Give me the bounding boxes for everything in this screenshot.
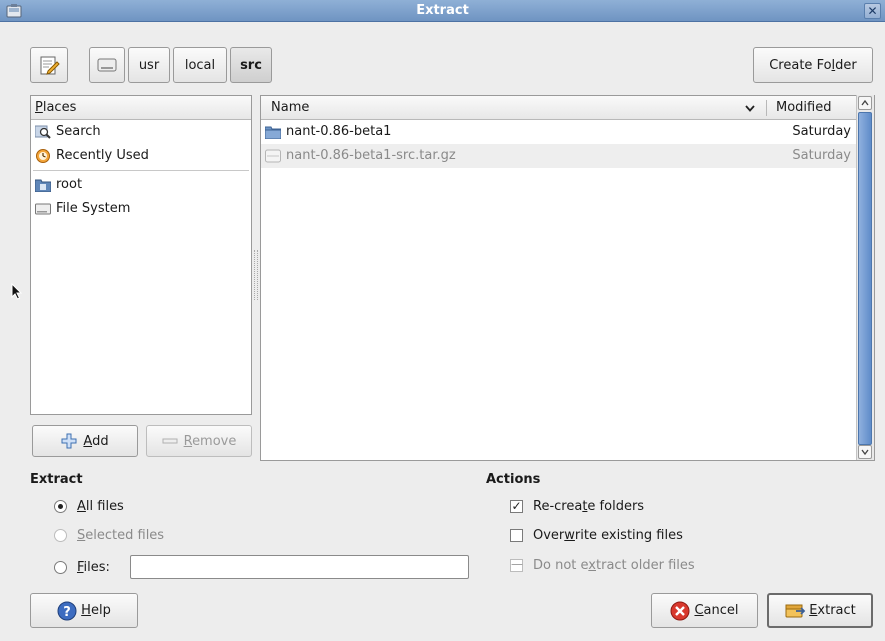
file-modified: Saturday (792, 148, 851, 163)
recreate-folders-label: Re-create folders (533, 498, 645, 514)
path-button-usr[interactable]: usr (128, 47, 170, 83)
create-folder-button[interactable]: Create Folder (753, 47, 873, 83)
pencil-note-icon (40, 56, 60, 75)
places-item-label: File System (56, 201, 131, 216)
path-label: src (240, 57, 262, 73)
skip-older-files-checkbox[interactable]: — Do not extract older files (510, 555, 695, 575)
places-header[interactable]: Places (31, 96, 251, 120)
places-item-file-system[interactable]: File System (31, 197, 251, 221)
skip-older-files-label: Do not extract older files (533, 557, 695, 573)
help-label: Help (81, 603, 111, 618)
path-label: usr (138, 57, 160, 73)
archive-icon (265, 149, 281, 163)
help-button[interactable]: ? Help (30, 593, 138, 628)
file-modified: Saturday (792, 124, 851, 139)
magnifier-icon (35, 125, 51, 139)
file-row[interactable]: nant-0.86-beta1-src.tar.gz Saturday (261, 144, 857, 168)
path-label: local (184, 57, 216, 73)
path-button-local[interactable]: local (173, 47, 227, 83)
file-name: nant-0.86-beta1-src.tar.gz (286, 148, 456, 163)
all-files-radio[interactable]: All files (54, 496, 124, 516)
cancel-icon (670, 601, 690, 620)
places-item-label: Search (56, 124, 101, 139)
extract-archive-icon (785, 604, 806, 617)
pane-splitter[interactable] (254, 250, 258, 300)
files-radio[interactable]: Files: (54, 557, 110, 577)
radio-unchecked (54, 560, 67, 574)
column-name-header[interactable]: Name (271, 96, 309, 120)
scrollbar-thumb[interactable] (858, 112, 872, 445)
files-pattern-input[interactable] (130, 555, 469, 579)
places-divider (33, 170, 249, 171)
add-place-button[interactable]: Add (32, 425, 138, 457)
file-name: nant-0.86-beta1 (286, 124, 392, 139)
scroll-down-button[interactable] (858, 445, 872, 459)
checkbox-unchecked (510, 528, 523, 542)
chevron-down-icon (861, 449, 869, 456)
files-label: Files: (77, 559, 110, 575)
add-label: Add (83, 433, 109, 449)
radio-checked (54, 499, 67, 513)
path-button-src[interactable]: src (230, 47, 272, 83)
actions-section-title: Actions (486, 472, 541, 487)
all-files-label: All files (77, 498, 124, 514)
create-folder-label: Create Folder (769, 57, 857, 73)
remove-place-button[interactable]: Remove (146, 425, 252, 457)
clock-icon (36, 149, 50, 163)
column-modified-header[interactable]: Modified (776, 96, 831, 120)
folder-icon (265, 126, 281, 139)
extract-label: Extract (809, 603, 856, 618)
minus-icon (162, 438, 178, 444)
path-root-button[interactable] (89, 47, 125, 83)
file-row[interactable]: nant-0.86-beta1 Saturday (261, 120, 857, 144)
places-pane[interactable]: Places Search Recently Used root File Sy… (30, 95, 252, 415)
file-list-header: Name Modified (261, 96, 874, 120)
drive-icon (35, 203, 51, 215)
extract-button[interactable]: Extract (767, 593, 873, 628)
recreate-folders-checkbox[interactable]: ✓ Re-create folders (510, 496, 644, 516)
places-item-label: Recently Used (56, 148, 149, 163)
svg-text:?: ? (63, 605, 71, 620)
mouse-pointer-icon (11, 283, 23, 300)
overwrite-files-label: Overwrite existing files (533, 527, 683, 543)
overwrite-files-checkbox[interactable]: Overwrite existing files (510, 525, 683, 545)
close-icon: ✕ (867, 4, 878, 18)
places-item-root[interactable]: root (31, 173, 251, 197)
remove-label: Remove (183, 433, 237, 449)
plus-icon (61, 433, 77, 449)
selected-files-radio[interactable]: Selected files (54, 525, 164, 545)
close-button[interactable]: ✕ (864, 3, 881, 19)
extract-section-title: Extract (30, 472, 83, 487)
scroll-up-button[interactable] (858, 96, 872, 110)
file-list-pane[interactable]: Name Modified nant-0.86-beta1 Saturday n… (260, 95, 875, 461)
checkbox-inconsistent: — (510, 556, 523, 572)
radio-unchecked (54, 528, 67, 542)
home-folder-icon (35, 179, 51, 192)
checkbox-checked: ✓ (510, 498, 523, 513)
chevron-up-icon (861, 99, 869, 106)
help-icon: ? (57, 601, 77, 620)
window-title: Extract (416, 3, 469, 18)
column-separator (766, 100, 767, 116)
cancel-label: Cancel (694, 603, 739, 618)
places-item-search[interactable]: Search (31, 120, 251, 144)
selected-files-label: Selected files (77, 527, 165, 543)
edit-location-button[interactable] (30, 47, 68, 83)
places-item-label: root (56, 177, 83, 192)
places-item-recently-used[interactable]: Recently Used (31, 144, 251, 168)
drive-icon (97, 58, 117, 72)
cancel-button[interactable]: Cancel (651, 593, 758, 628)
chevron-down-icon[interactable] (745, 105, 755, 112)
